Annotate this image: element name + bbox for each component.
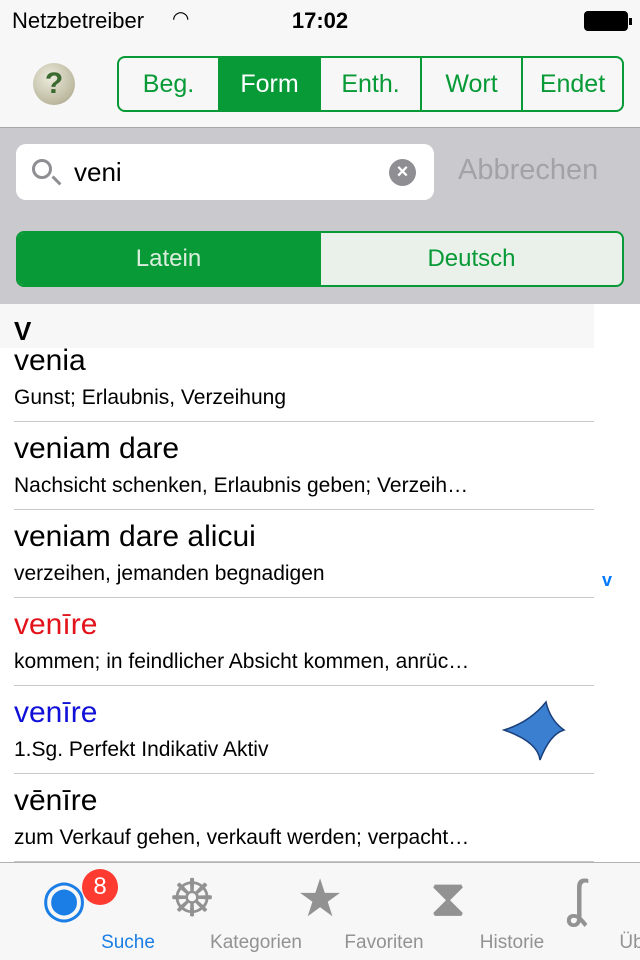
entry-subtitle: zum Verkauf gehen, verkauft werden; verp… <box>14 826 470 849</box>
seahorse-icon: ʆ <box>566 870 586 928</box>
mode-form[interactable]: Form <box>218 58 319 110</box>
list-item[interactable]: vēnīre zum Verkauf gehen, verkauft werden… <box>14 774 594 862</box>
entry-title: venia <box>14 344 86 377</box>
language-control: Latein Deutsch <box>16 231 624 287</box>
search-value[interactable]: veni <box>74 157 122 188</box>
tab-label: Über <box>619 932 640 953</box>
search-input[interactable]: veni × <box>16 144 434 200</box>
entry-title: vēnīre <box>14 784 98 817</box>
hourglass-icon: ⧗ <box>429 870 467 928</box>
starfish-icon: ★ <box>296 870 344 928</box>
entry-subtitle: verzeihen, jemanden begnadigen <box>14 562 325 585</box>
search-icon <box>32 159 52 179</box>
search-mode-control: Beg. Form Enth. Wort Endet <box>117 56 624 112</box>
list-item[interactable]: venia Gunst; Erlaubnis, Verzeihung <box>14 344 594 422</box>
entry-subtitle: 1.Sg. Perfekt Indikativ Aktiv <box>14 738 269 761</box>
badge-count: 8 <box>82 869 118 905</box>
lang-deutsch[interactable]: Deutsch <box>319 233 622 285</box>
status-time: 17:02 <box>291 8 349 33</box>
entry-subtitle: Gunst; Erlaubnis, Verzeihung <box>14 386 286 409</box>
cancel-button[interactable]: Abbrechen <box>458 154 598 187</box>
entry-title: veniam dare <box>14 432 180 465</box>
mode-enth[interactable]: Enth. <box>319 58 420 110</box>
entry-title: veniam dare alicui <box>14 520 256 553</box>
manta-ray-icon <box>501 700 566 761</box>
status-bar: Netzbetreiber ◠ 17:02 <box>0 0 640 40</box>
help-button[interactable]: ? <box>33 63 75 105</box>
mode-beg[interactable]: Beg. <box>119 58 218 110</box>
list-item[interactable]: veniam dare alicui verzeihen, jemanden be… <box>14 510 594 598</box>
list-item[interactable]: venīre kommen; in feindlicher Absicht kom… <box>14 598 594 686</box>
octopus-icon: ☸ <box>168 870 216 928</box>
tab-kategorien[interactable]: ☸ Kategorien <box>128 863 302 960</box>
battery-icon <box>584 11 632 31</box>
nav-bar: ? Beg. Form Enth. Wort Endet <box>0 40 640 128</box>
tab-ueber[interactable]: ʆ Über <box>512 863 640 960</box>
index-letter[interactable]: v <box>602 570 612 591</box>
tab-historie[interactable]: ⧗ Historie <box>384 863 544 960</box>
lang-latein[interactable]: Latein <box>18 233 319 285</box>
entry-subtitle: Nachsicht schenken, Erlaubnis geben; Ver… <box>14 474 469 497</box>
mode-endet[interactable]: Endet <box>521 58 622 110</box>
tab-bar: ◉ 8 Suche ☸ Kategorien ★ Favoriten ⧗ His… <box>0 862 640 960</box>
mode-wort[interactable]: Wort <box>420 58 521 110</box>
clear-icon[interactable]: × <box>389 159 416 186</box>
tab-suche[interactable]: ◉ 8 Suche <box>0 863 155 960</box>
search-area: veni × Abbrechen Latein Deutsch <box>0 128 640 304</box>
entry-title: venīre <box>14 608 98 641</box>
section-header: V <box>0 304 594 348</box>
entry-title: venīre <box>14 696 98 729</box>
entry-subtitle: kommen; in feindlicher Absicht kommen, a… <box>14 650 470 673</box>
list-item[interactable]: veniam dare Nachsicht schenken, Erlaubnis… <box>14 422 594 510</box>
tab-favoriten[interactable]: ★ Favoriten <box>256 863 424 960</box>
